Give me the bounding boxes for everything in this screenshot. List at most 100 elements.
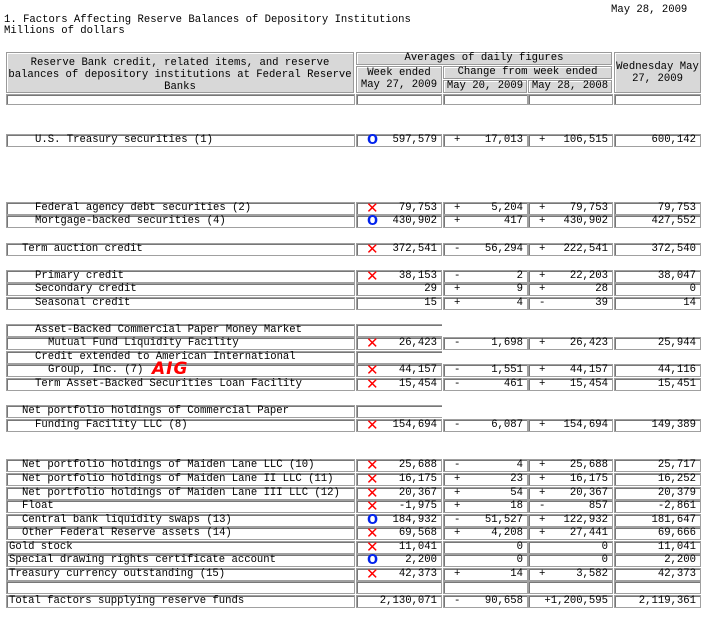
row-label: Treasury currency outstanding (15) <box>6 568 355 581</box>
wednesday-value: 25,717 <box>614 459 701 472</box>
wednesday-value: 427,552 <box>614 215 701 228</box>
change-may20-value: 4 + <box>443 297 528 310</box>
row-label: Gold stock <box>6 541 355 554</box>
row-label: Federal agency debt securities (2) <box>6 202 355 215</box>
blank-cell <box>614 94 701 105</box>
row-label: Term auction credit <box>6 243 355 256</box>
row-label: Other Federal Reserve assets (14) <box>6 527 355 540</box>
change-sign: + <box>454 473 461 485</box>
row-label: Net portfolio holdings of Maiden Lane II… <box>6 473 355 486</box>
change-may20-value: 51,527- <box>443 514 528 527</box>
change-may20-value: 18 + <box>443 500 528 513</box>
change-may20-value: 4,208 + <box>443 527 528 540</box>
change-sign: + <box>454 134 461 146</box>
change-may20-value: 417 + <box>443 215 528 228</box>
wednesday-value: 181,647 <box>614 514 701 527</box>
red-x-mark-icon: ✕ <box>366 497 379 515</box>
red-x-mark-icon: ✕ <box>366 565 379 583</box>
wednesday-value: 25,944 <box>614 337 701 350</box>
red-x-mark-icon: ✕ <box>366 334 379 352</box>
change-sign: + <box>454 527 461 539</box>
change-sign: - <box>539 500 546 512</box>
wednesday-value: 15,451 <box>614 378 701 391</box>
row-label: U.S. Treasury securities (1) <box>6 134 355 147</box>
row-label: Term Asset-Backed Securities Loan Facili… <box>6 378 355 391</box>
change-may28-2008-value: 79,753 + <box>528 202 613 215</box>
change-may28-2008-value: 857- <box>528 500 613 513</box>
change-sign: + <box>454 297 461 309</box>
change-sign: - <box>454 270 461 282</box>
change-sign: + <box>539 459 546 471</box>
change-sign: + <box>454 568 461 580</box>
change-may20-value: 54 + <box>443 487 528 500</box>
change-sign: + <box>539 527 546 539</box>
change-may20-value <box>443 581 528 594</box>
row-label: Funding Facility LLC (8) <box>6 419 355 432</box>
change-may20-value: 23 + <box>443 473 528 486</box>
week-ended-value: 29 <box>356 283 442 296</box>
blank-cell <box>443 94 528 105</box>
row-label <box>6 581 355 594</box>
change-sign: + <box>539 134 546 146</box>
change-may28-2008-value: 26,423 + <box>528 337 613 350</box>
change-sign: - <box>454 459 461 471</box>
row-label: Float <box>6 500 355 513</box>
wednesday-value: 11,041 <box>614 541 701 554</box>
row-label: Mutual Fund Liquidity Facility <box>6 337 355 350</box>
week-ended-value <box>356 581 442 594</box>
change-may20-value: 0 <box>443 554 528 567</box>
wednesday-value: 372,540 <box>614 243 701 256</box>
change-sign: + <box>539 514 546 526</box>
change-may20-value: 1,551- <box>443 364 528 377</box>
red-x-mark-icon: ✕ <box>366 240 379 258</box>
change-may28-2008-value: 3,582 + <box>528 568 613 581</box>
header-wednesday: Wednesday May 27, 2009 <box>614 52 701 93</box>
wednesday-value: 38,047 <box>614 270 701 283</box>
header-change-may28-2008: May 28, 2008 <box>528 80 612 93</box>
change-sign: + <box>539 378 546 390</box>
change-may20-value: 2- <box>443 270 528 283</box>
row-label: Net portfolio holdings of Commercial Pap… <box>6 405 355 418</box>
change-may28-2008-value: 25,688 + <box>528 459 613 472</box>
wednesday-value: 69,666 <box>614 527 701 540</box>
page-subtitle: Millions of dollars <box>4 25 125 37</box>
change-may20-value: 56,294- <box>443 243 528 256</box>
change-sign: + <box>539 202 546 214</box>
blank-cell <box>356 94 442 105</box>
row-label: Central bank liquidity swaps (13) <box>6 514 355 527</box>
change-sign: + <box>539 364 546 376</box>
change-sign: + <box>539 270 546 282</box>
wednesday-value: 0 <box>614 283 701 296</box>
change-may28-2008-value: 27,441 + <box>528 527 613 540</box>
change-may28-2008-value: 20,367 + <box>528 487 613 500</box>
change-may28-2008-value: 154,694 + <box>528 419 613 432</box>
blank-cell <box>6 94 355 105</box>
change-may28-2008-value: 44,157 + <box>528 364 613 377</box>
change-may28-2008-value: +1,200,595 <box>528 595 613 608</box>
wednesday-value: 16,252 <box>614 473 701 486</box>
row-label: Mortgage-backed securities (4) <box>6 215 355 228</box>
change-sign: + <box>539 283 546 295</box>
red-x-mark-icon: ✕ <box>366 267 379 285</box>
wednesday-value: 79,753 <box>614 202 701 215</box>
change-sign: - <box>454 364 461 376</box>
row-label: Net portfolio holdings of Maiden Lane II… <box>6 487 355 500</box>
change-may20-value: 6,087- <box>443 419 528 432</box>
row-label: Special drawing rights certificate accou… <box>6 554 355 567</box>
change-sign: + <box>454 487 461 499</box>
change-may28-2008-value: 39- <box>528 297 613 310</box>
change-may20-value: 1,698- <box>443 337 528 350</box>
change-sign: + <box>539 473 546 485</box>
change-sign: + <box>454 215 461 227</box>
change-may28-2008-value: 430,902 + <box>528 215 613 228</box>
wednesday-value: 42,373 <box>614 568 701 581</box>
wednesday-value: 149,389 <box>614 419 701 432</box>
aig-annotation: AIG <box>152 359 189 379</box>
wednesday-value: 2,200 <box>614 554 701 567</box>
change-may28-2008-value: 122,932 + <box>528 514 613 527</box>
change-may20-value: 461- <box>443 378 528 391</box>
change-may28-2008-value: 0 <box>528 554 613 567</box>
change-sign: + <box>539 487 546 499</box>
change-sign: - <box>454 243 461 255</box>
change-may28-2008-value: 16,175 + <box>528 473 613 486</box>
